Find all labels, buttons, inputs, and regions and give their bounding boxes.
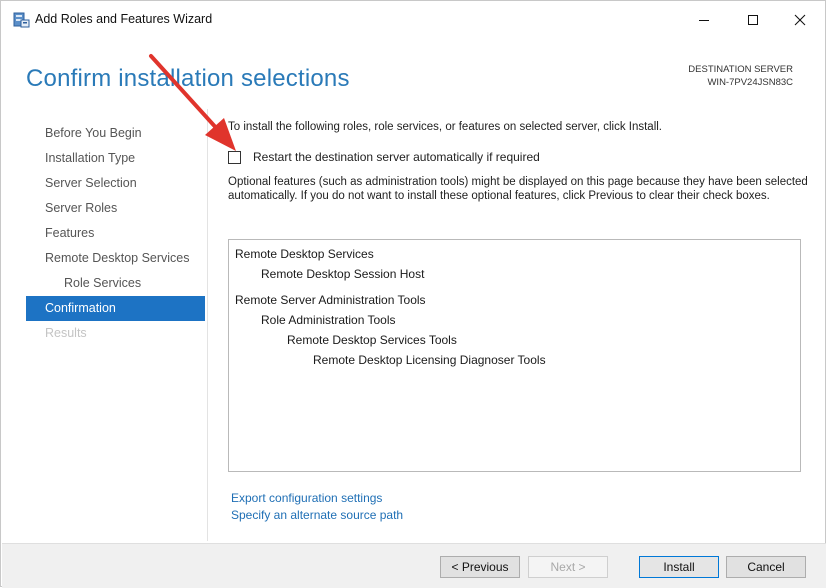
list-item: Remote Desktop Licensing Diagnoser Tools (313, 353, 546, 367)
nav-item-server-selection[interactable]: Server Selection (26, 171, 205, 196)
next-button: Next > (528, 556, 608, 578)
close-icon (794, 14, 806, 26)
maximize-button[interactable] (730, 1, 776, 39)
cancel-button[interactable]: Cancel (726, 556, 806, 578)
title-bar: Add Roles and Features Wizard (1, 1, 825, 39)
minimize-button[interactable] (681, 1, 727, 39)
export-configuration-link[interactable]: Export configuration settings (231, 491, 382, 505)
button-bar: < Previous Next > Install Cancel (2, 543, 826, 588)
server-manager-icon (12, 11, 30, 29)
close-button[interactable] (777, 1, 823, 39)
selections-list[interactable]: Remote Desktop Services Remote Desktop S… (228, 239, 801, 472)
previous-button[interactable]: < Previous (440, 556, 520, 578)
maximize-icon (748, 15, 758, 25)
minimize-icon (699, 20, 709, 21)
window-title: Add Roles and Features Wizard (35, 12, 213, 26)
nav-item-remote-desktop-services[interactable]: Remote Desktop Services (26, 246, 205, 271)
nav-item-confirmation[interactable]: Confirmation (26, 296, 205, 321)
intro-text: To install the following roles, role ser… (228, 121, 662, 133)
nav-divider (207, 109, 208, 541)
nav-item-server-roles[interactable]: Server Roles (26, 196, 205, 221)
alternate-source-link[interactable]: Specify an alternate source path (231, 508, 403, 522)
list-item: Remote Desktop Services Tools (287, 333, 457, 347)
restart-label[interactable]: Restart the destination server automatic… (253, 150, 540, 164)
destination-server-label: DESTINATION SERVER (688, 64, 793, 75)
restart-option[interactable]: Restart the destination server automatic… (228, 150, 540, 164)
optional-features-note: Optional features (such as administratio… (228, 176, 808, 202)
annotation-arrow-icon (149, 54, 236, 151)
list-item: Remote Desktop Services (235, 247, 374, 261)
install-button[interactable]: Install (639, 556, 719, 578)
list-item: Role Administration Tools (261, 313, 396, 327)
nav-item-features[interactable]: Features (26, 221, 205, 246)
destination-server-value: WIN-7PV24JSN83C (707, 77, 793, 88)
list-item: Remote Desktop Session Host (261, 267, 425, 281)
nav-item-results: Results (45, 326, 87, 340)
list-item: Remote Server Administration Tools (235, 293, 426, 307)
nav-item-role-services[interactable]: Role Services (26, 271, 205, 296)
wizard-window: Add Roles and Features Wizard Confirm in… (0, 0, 826, 588)
